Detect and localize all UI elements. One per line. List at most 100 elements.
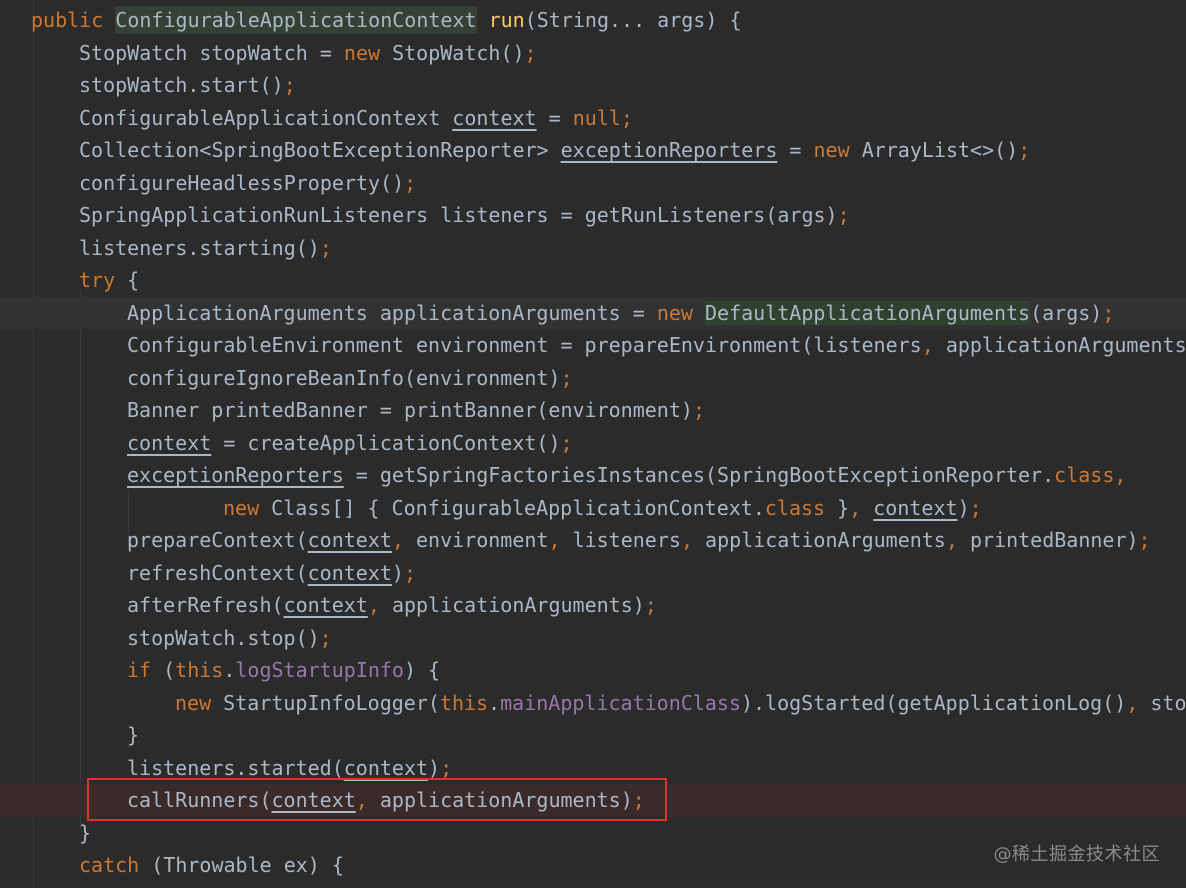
code-text: ApplicationArguments applicationArgument… — [127, 300, 657, 325]
comma: , — [548, 528, 573, 552]
code-text: printedBanner) — [969, 528, 1139, 552]
field-name: mainApplicationClass — [500, 690, 741, 715]
variable-underlined: context — [307, 560, 392, 585]
code-line[interactable]: stopWatch.start(); — [0, 69, 1186, 102]
code-line[interactable]: configureHeadlessProperty(); — [0, 167, 1186, 200]
code-text: ).logStarted(getApplicationLog() — [740, 690, 1127, 715]
code-text: stopWatch.start() — [79, 73, 284, 97]
code-text: = createApplicationContext() — [211, 430, 561, 455]
code-line[interactable]: context = createApplicationContext(); — [0, 427, 1186, 460]
code-line[interactable]: try { — [0, 264, 1186, 297]
variable-underlined: context — [343, 755, 429, 780]
semicolon: ; — [969, 495, 982, 520]
semicolon: ; — [404, 170, 417, 195]
highlighted-type: DefaultApplicationArguments — [704, 300, 1031, 325]
code-line[interactable]: public ConfigurableApplicationContext ru… — [0, 4, 1186, 37]
method-name: run — [476, 8, 525, 32]
code-text: prepareContext( — [127, 528, 308, 552]
code-line[interactable]: StopWatch stopWatch = new StopWatch(); — [0, 37, 1186, 70]
semicolon: ; — [319, 625, 332, 650]
keyword: this — [439, 690, 489, 715]
code-text: refreshContext( — [127, 560, 308, 585]
code-line[interactable]: stopWatch.stop(); — [0, 622, 1186, 655]
code-text: Collection<SpringBootExceptionReporter> — [79, 138, 561, 162]
code-text: ( — [163, 658, 176, 682]
code-text: . — [223, 658, 236, 682]
code-text: = getSpringFactoriesInstances(SpringBoot… — [343, 463, 1055, 487]
code-text: { — [127, 268, 140, 292]
code-text: afterRefresh( — [127, 593, 284, 617]
code-line[interactable]: ConfigurableApplicationContext context =… — [0, 102, 1186, 135]
code-text: listeners.starting() — [79, 235, 320, 260]
code-text: ConfigurableEnvironment environment = pr… — [127, 333, 922, 357]
comma: , — [921, 333, 946, 357]
code-text: ArrayList<>() — [861, 138, 1019, 162]
code-text: StopWatch stopWatch = — [79, 40, 344, 65]
code-line[interactable]: Banner printedBanner = printBanner(envir… — [0, 394, 1186, 427]
code-text: Class[] { ConfigurableApplicationContext… — [271, 495, 765, 520]
watermark: @稀土掘金技术社区 — [993, 844, 1160, 865]
comma: , — [1126, 690, 1151, 715]
code-text: ) { — [403, 658, 441, 682]
comma: , — [367, 593, 392, 617]
code-line[interactable]: ConfigurableEnvironment environment = pr… — [0, 329, 1186, 362]
code-text: stop — [1150, 690, 1186, 715]
semicolon: ; — [319, 235, 332, 260]
semicolon: ; — [283, 73, 296, 97]
semicolon: ; — [837, 203, 850, 227]
semicolon: ; — [620, 105, 633, 130]
field-name: logStartupInfo — [235, 658, 404, 682]
code-editor[interactable]: public ConfigurableApplicationContext ru… — [0, 0, 1186, 888]
keyword: catch — [79, 853, 152, 877]
code-text: ) — [428, 755, 441, 780]
code-text: (args) — [1030, 300, 1103, 325]
code-text: listeners.started( — [127, 755, 344, 780]
variable-underlined: context — [873, 495, 958, 520]
keyword: if — [127, 658, 164, 682]
variable-underlined: exceptionReporters — [127, 463, 344, 487]
code-line-current[interactable]: ApplicationArguments applicationArgument… — [0, 296, 1186, 329]
code-text: StartupInfoLogger( — [223, 690, 440, 715]
code-line[interactable]: prepareContext(context, environment, lis… — [0, 524, 1186, 557]
semicolon: ; — [692, 398, 705, 422]
code-text: ) — [957, 495, 970, 520]
code-line[interactable]: if (this.logStartupInfo) { — [0, 654, 1186, 687]
code-text: applicationArguments) — [945, 333, 1186, 357]
semicolon: ; — [560, 430, 573, 455]
semicolon: ; — [524, 40, 537, 65]
code-line[interactable]: SpringApplicationRunListeners listeners … — [0, 199, 1186, 232]
code-text: = — [536, 105, 573, 130]
comma: , — [680, 528, 706, 552]
semicolon: ; — [440, 755, 453, 780]
semicolon: ; — [1138, 528, 1151, 552]
highlighted-type: ConfigurableApplicationContext — [115, 6, 477, 34]
keyword: null — [572, 105, 621, 130]
code-text: Banner printedBanner = printBanner(envir… — [127, 398, 693, 422]
code-line[interactable]: } — [0, 719, 1186, 752]
code-text: environment — [416, 528, 549, 552]
code-text: = — [777, 138, 814, 162]
code-line[interactable]: afterRefresh(context, applicationArgumen… — [0, 589, 1186, 622]
code-line[interactable]: configureIgnoreBeanInfo(environment); — [0, 362, 1186, 395]
code-line[interactable]: new StartupInfoLogger(this.mainApplicati… — [0, 687, 1186, 720]
code-line[interactable]: Collection<SpringBootExceptionReporter> … — [0, 134, 1186, 167]
code-line[interactable]: exceptionReporters = getSpringFactoriesI… — [0, 459, 1186, 492]
keyword: new — [813, 138, 862, 162]
code-line[interactable]: new Class[] { ConfigurableApplicationCon… — [0, 492, 1186, 525]
semicolon: ; — [644, 593, 657, 617]
code-text: applicationArguments — [705, 528, 946, 552]
code-text: applicationArguments) — [391, 593, 645, 617]
code-text: SpringApplicationRunListeners listeners … — [79, 203, 838, 227]
code-text: StopWatch() — [392, 40, 525, 65]
semicolon: ; — [560, 365, 573, 390]
keyword: this — [175, 658, 224, 682]
code-text: stopWatch.stop() — [127, 625, 320, 650]
code-line[interactable]: listeners.starting(); — [0, 232, 1186, 265]
variable-underlined: context — [283, 593, 368, 617]
keyword: new — [343, 40, 393, 65]
code-line[interactable]: refreshContext(context); — [0, 557, 1186, 590]
keyword: try — [79, 268, 128, 292]
keyword: new — [175, 690, 224, 715]
code-text: (Throwable ex) { — [151, 853, 344, 877]
keyword: class — [764, 495, 826, 520]
